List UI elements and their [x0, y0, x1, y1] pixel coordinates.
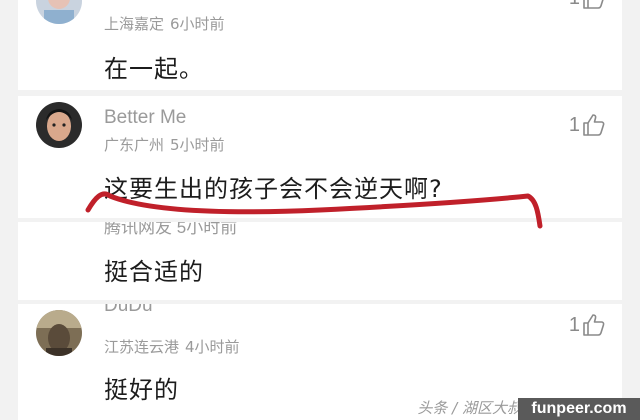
comment-meta: 江苏连云港 4小时前 — [104, 336, 240, 357]
comment-text: 在一起。 — [104, 55, 204, 83]
comment-card: 腾讯网友 5小时前 挺合适的 — [18, 222, 622, 300]
comment-text: 挺合适的 — [104, 258, 204, 286]
avatar[interactable] — [36, 102, 82, 148]
comment-location: 上海嘉定 — [104, 15, 165, 33]
comment-time: 6小时前 — [170, 15, 225, 33]
comment-time: 5小时前 — [176, 222, 238, 237]
avatar[interactable] — [36, 310, 82, 356]
watermark-text: 头条 / 湖区大叔 — [417, 399, 522, 417]
like-button[interactable]: 1 — [569, 0, 606, 10]
like-count: 1 — [569, 0, 580, 10]
like-button[interactable]: 1 — [569, 113, 606, 137]
thumbs-up-icon — [583, 0, 604, 9]
comment-card: Better Me 广东广州 5小时前 这要生出的孩子会不会逆天啊? 1 — [18, 96, 622, 218]
comment-card: 上海嘉定 6小时前 在一起。 1 — [18, 0, 622, 90]
like-button[interactable]: 1 — [569, 313, 606, 337]
comment-meta: 上海嘉定 6小时前 — [104, 13, 225, 34]
comment-author: 腾讯网友 5小时前 — [104, 222, 237, 238]
comment-author[interactable]: DuDu — [104, 304, 153, 317]
comment-time: 5小时前 — [170, 136, 225, 154]
comment-meta: 广东广州 5小时前 — [104, 134, 225, 155]
comment-location: 江苏连云港 — [104, 338, 180, 356]
like-count: 1 — [568, 313, 580, 336]
comment-author[interactable]: Better Me — [104, 107, 186, 129]
like-count: 1 — [568, 113, 580, 136]
avatar[interactable] — [36, 0, 82, 24]
comment-time: 4小时前 — [185, 338, 240, 356]
comment-text: 挺好的 — [104, 376, 179, 404]
comment-text: 这要生出的孩子会不会逆天啊? — [104, 175, 443, 203]
comment-location: 广东广州 — [104, 136, 165, 154]
thumbs-up-icon — [583, 114, 605, 136]
thumbs-up-icon — [583, 314, 605, 336]
comment-author-name[interactable]: 腾讯网友 — [104, 222, 172, 237]
site-watermark: funpeer.com — [518, 398, 640, 420]
